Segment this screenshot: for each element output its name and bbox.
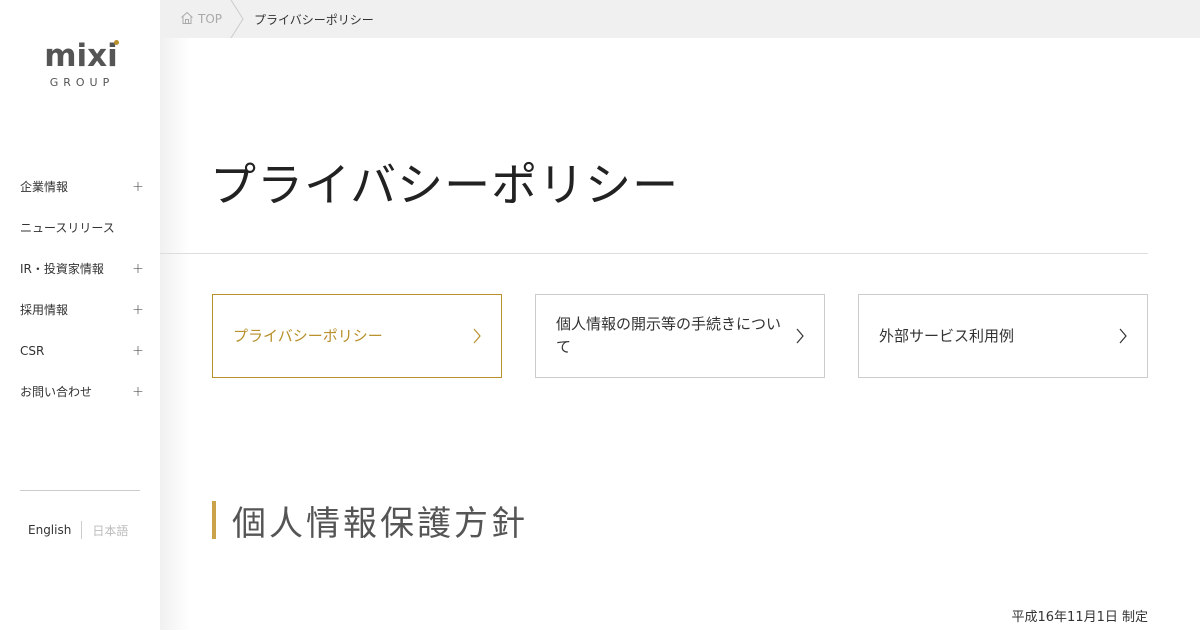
breadcrumb-home-link[interactable]: TOP [160,0,222,38]
sidebar-item-news[interactable]: ニュースリリース [20,207,144,248]
plus-icon[interactable]: + [132,384,144,400]
sidebar-divider [20,490,140,491]
home-icon [180,11,198,28]
tab-label: 個人情報の開示等の手続きについて [556,315,782,356]
tab-external-services[interactable]: 外部サービス利用例 [858,294,1148,378]
section-heading-text: 個人情報保護方針 [232,503,528,544]
established-date: 平成16年11月1日 制定 [1011,610,1149,625]
tab-label: プライバシーポリシー [233,326,383,345]
breadcrumb-chevron-icon [230,0,244,39]
heading-accent-bar [212,501,216,539]
sidebar-nav: 企業情報 + ニュースリリース IR・投資家情報 + 採用情報 + CSR + … [20,166,144,412]
lang-separator [81,521,83,539]
plus-icon[interactable]: + [132,179,144,195]
logo-accent-dot [114,40,119,45]
sidebar-item-csr[interactable]: CSR + [20,330,144,371]
subpage-tabs: プライバシーポリシー 個人情報の開示等の手続きについて 外部サービス利用例 [212,294,1148,378]
logo-subtitle: GROUP [49,76,115,89]
logo-wordmark: mixi [44,38,118,74]
language-switcher: English 日本語 [28,521,128,539]
sidebar-item-label: 採用情報 [20,303,69,317]
sidebar-item-label: 企業情報 [20,180,69,194]
sidebar-item-company[interactable]: 企業情報 + [20,166,144,207]
section-heading: 個人情報保護方針 [212,500,528,544]
plus-icon[interactable]: + [132,343,144,359]
sidebar-item-label: ニュースリリース [20,221,115,235]
sidebar-item-label: CSR [20,343,45,358]
breadcrumb-home-label: TOP [198,12,223,26]
chevron-right-icon [796,328,804,344]
tab-disclosure-procedure[interactable]: 個人情報の開示等の手続きについて [535,294,825,378]
breadcrumb-current: プライバシーポリシー [254,12,374,27]
plus-icon[interactable]: + [132,302,144,318]
sidebar-item-contact[interactable]: お問い合わせ + [20,371,144,412]
breadcrumb: TOP プライバシーポリシー [160,0,1200,39]
mixi-group-logo[interactable]: mixi GROUP [40,40,122,89]
chevron-right-icon [473,328,481,344]
sidebar-shadow [160,38,190,630]
page-title: プライバシーポリシー [210,158,680,212]
chevron-right-icon [1119,328,1127,344]
title-divider [160,253,1148,254]
sidebar-item-recruit[interactable]: 採用情報 + [20,289,144,330]
sidebar-item-ir[interactable]: IR・投資家情報 + [20,248,144,289]
sidebar-item-label: お問い合わせ [20,385,93,399]
sidebar-item-label: IR・投資家情報 [20,262,104,276]
tab-label: 外部サービス利用例 [879,326,1015,345]
sidebar: mixi GROUP 企業情報 + ニュースリリース IR・投資家情報 + 採用… [0,0,160,630]
plus-icon[interactable]: + [132,261,144,277]
tab-privacy-policy[interactable]: プライバシーポリシー [212,294,502,378]
lang-japanese-link[interactable]: 日本語 [92,522,128,539]
lang-english-link[interactable]: English [28,523,71,537]
